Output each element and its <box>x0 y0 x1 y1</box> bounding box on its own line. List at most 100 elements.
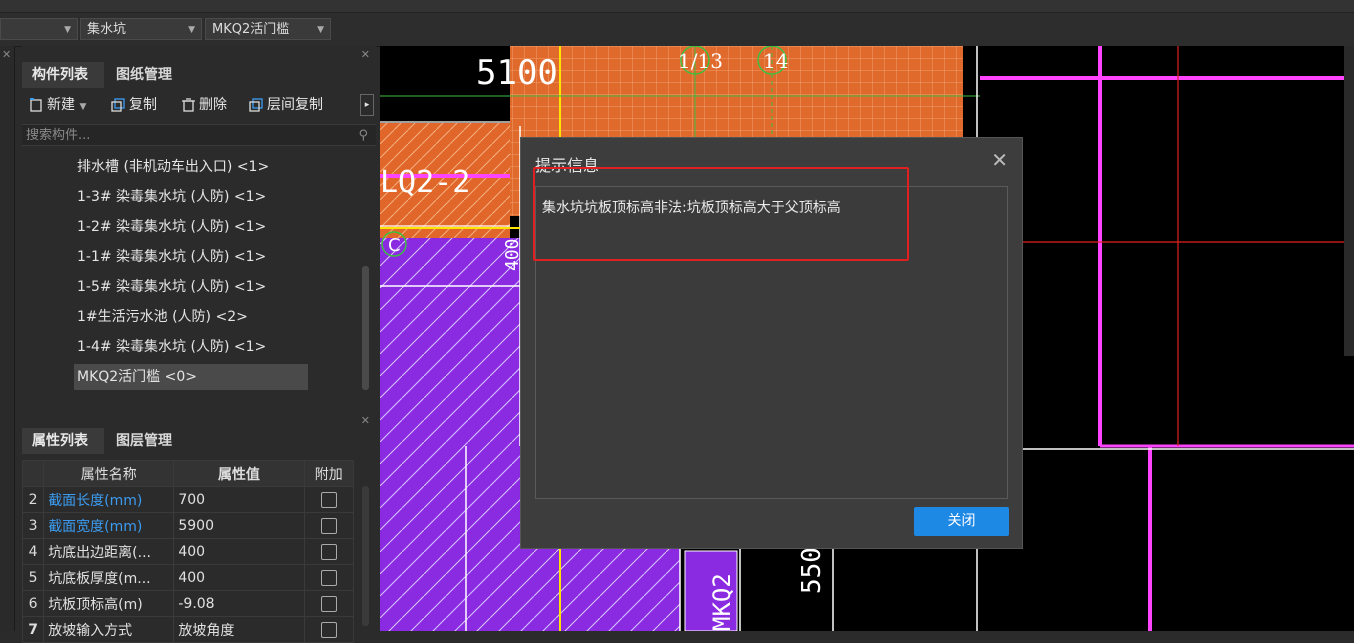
table-row[interactable]: 6 坑板顶标高(m) -9.08 <box>21 590 355 617</box>
table-row[interactable]: 2 截面长度(mm) 700 <box>21 486 355 513</box>
close-button[interactable]: 关闭 <box>914 507 1009 536</box>
property-value[interactable]: 5900 <box>173 512 305 539</box>
new-icon <box>30 98 42 112</box>
row-number: 5 <box>21 564 45 591</box>
new-button[interactable]: 新建 ▼ <box>28 94 86 116</box>
copy-button[interactable]: 复制 <box>110 94 157 116</box>
floor-copy-button[interactable]: 层间复制 <box>248 94 323 116</box>
close-icon[interactable]: ✕ <box>361 414 370 427</box>
top-menu-strip <box>0 0 1354 13</box>
list-item[interactable]: 1-5# 染毒集水坑 (人防) <1> <box>77 274 266 300</box>
list-item[interactable]: 1-2# 染毒集水坑 (人防) <1> <box>77 214 266 240</box>
property-name: 坑底板厚度(m... <box>43 564 175 591</box>
table-header-value: 属性值 <box>173 460 305 487</box>
component-combo[interactable]: MKQ2活门槛 ▼ <box>205 18 331 40</box>
right-toolbar-strip <box>1344 46 1354 356</box>
category-combo-value: 集水坑 <box>87 22 127 37</box>
floor-combo[interactable]: ▼ <box>0 18 78 40</box>
error-highlight-box <box>533 167 909 261</box>
property-table: 属性名称 属性值 附加 2 截面长度(mm) 700 3 截面宽度(mm) 59… <box>21 460 355 643</box>
left-dock-edge: ✕ <box>0 46 15 631</box>
list-item[interactable]: 1-3# 染毒集水坑 (人防) <1> <box>77 184 266 210</box>
row-number: 3 <box>21 512 45 539</box>
extra-checkbox[interactable] <box>320 621 337 638</box>
copy-icon <box>111 98 125 112</box>
list-item-selected[interactable]: MKQ2活门槛 <0> <box>74 364 308 390</box>
table-header-row: 属性名称 属性值 附加 <box>21 460 355 487</box>
tab-component-list[interactable]: 构件列表 <box>22 62 104 88</box>
axis-14-label: 14 <box>763 49 788 73</box>
extra-cell <box>303 590 355 617</box>
table-row[interactable]: 5 坑底板厚度(m... 400 <box>21 564 355 591</box>
tab-property-list[interactable]: 属性列表 <box>22 428 104 454</box>
extra-cell <box>303 512 355 539</box>
more-button[interactable]: ▸ <box>360 94 374 116</box>
row-number: 6 <box>21 590 45 617</box>
extra-checkbox[interactable] <box>320 595 337 612</box>
component-list-panel: ✕ 构件列表 图纸管理 新建 ▼ 复制 删除 层间复制 ▸ 搜索构件... ⚲ … <box>22 46 376 408</box>
delete-label: 删除 <box>199 97 227 113</box>
property-value[interactable]: 400 <box>173 538 305 565</box>
property-name: 坑底出边距离(... <box>43 538 175 565</box>
property-name: 截面长度(mm) <box>43 486 175 513</box>
tab-layer-management[interactable]: 图层管理 <box>106 428 186 454</box>
extra-checkbox[interactable] <box>320 569 337 586</box>
extra-cell <box>303 616 355 643</box>
search-icon: ⚲ <box>358 128 368 143</box>
close-icon[interactable]: ✕ <box>361 48 370 61</box>
list-item[interactable]: 1-1# 染毒集水坑 (人防) <1> <box>77 244 266 270</box>
property-name: 截面宽度(mm) <box>43 512 175 539</box>
chevron-down-icon: ▼ <box>188 25 195 35</box>
table-header-name: 属性名称 <box>43 460 175 487</box>
trash-icon <box>182 98 195 112</box>
row-number: 7 <box>21 616 45 643</box>
new-label: 新建 <box>47 97 75 113</box>
row-number: 4 <box>21 538 45 565</box>
dim-5100-label: 5100 <box>476 53 558 93</box>
list-item[interactable]: 排水槽 (非机动车出入口) <1> <box>77 154 269 180</box>
tab-drawing-management[interactable]: 图纸管理 <box>106 62 186 88</box>
mkq2-label: MKQ2 <box>708 573 736 631</box>
component-panel-tabs: 构件列表 图纸管理 <box>22 62 376 88</box>
extra-cell <box>303 564 355 591</box>
close-icon[interactable]: ✕ <box>991 148 1008 172</box>
dim-550-label: 550 <box>797 547 827 594</box>
list-item[interactable]: 1#生活污水池 (人防) <2> <box>77 304 248 330</box>
extra-checkbox[interactable] <box>320 517 337 534</box>
component-combo-value: MKQ2活门槛 <box>212 22 290 37</box>
table-row[interactable]: 7 放坡输入方式 放坡角度 <box>21 616 355 643</box>
axis-1-13-label: 1/13 <box>678 49 723 73</box>
floor-copy-label: 层间复制 <box>267 97 323 113</box>
chevron-down-icon: ▼ <box>64 25 71 35</box>
property-panel: ✕ 属性列表 图层管理 属性名称 属性值 附加 2 截面长度(mm) 700 3… <box>21 412 376 643</box>
delete-button[interactable]: 删除 <box>180 94 227 116</box>
property-value[interactable]: -9.08 <box>173 590 305 617</box>
table-row[interactable]: 3 截面宽度(mm) 5900 <box>21 512 355 539</box>
property-value[interactable]: 400 <box>173 564 305 591</box>
list-item[interactable]: 1-4# 染毒集水坑 (人防) <1> <box>77 334 266 360</box>
property-name: 放坡输入方式 <box>43 616 175 643</box>
category-combo[interactable]: 集水坑 ▼ <box>80 18 202 40</box>
wall-label: LQ2-2 <box>380 165 470 200</box>
extra-checkbox[interactable] <box>320 543 337 560</box>
property-name: 坑板顶标高(m) <box>43 590 175 617</box>
property-value[interactable]: 700 <box>173 486 305 513</box>
axis-c-label: C <box>388 235 401 256</box>
table-row[interactable]: 4 坑底出边距离(... 400 <box>21 538 355 565</box>
property-scrollbar[interactable] <box>362 486 369 626</box>
extra-checkbox[interactable] <box>320 491 337 508</box>
toolbar: ▼ 集水坑 ▼ MKQ2活门槛 ▼ <box>0 13 1354 47</box>
floor-copy-icon <box>249 98 263 112</box>
chevron-down-icon: ▼ <box>317 25 324 35</box>
copy-label: 复制 <box>129 97 157 113</box>
search-placeholder: 搜索构件... <box>26 128 91 143</box>
property-value[interactable]: 放坡角度 <box>173 616 305 643</box>
component-search-input[interactable]: 搜索构件... ⚲ <box>22 124 376 146</box>
property-panel-tabs: 属性列表 图层管理 <box>22 428 376 454</box>
extra-cell <box>303 538 355 565</box>
extra-cell <box>303 486 355 513</box>
table-header-num <box>21 460 45 487</box>
row-number: 2 <box>21 486 45 513</box>
component-list-scrollbar[interactable] <box>362 266 369 390</box>
close-icon[interactable]: ✕ <box>2 48 11 61</box>
